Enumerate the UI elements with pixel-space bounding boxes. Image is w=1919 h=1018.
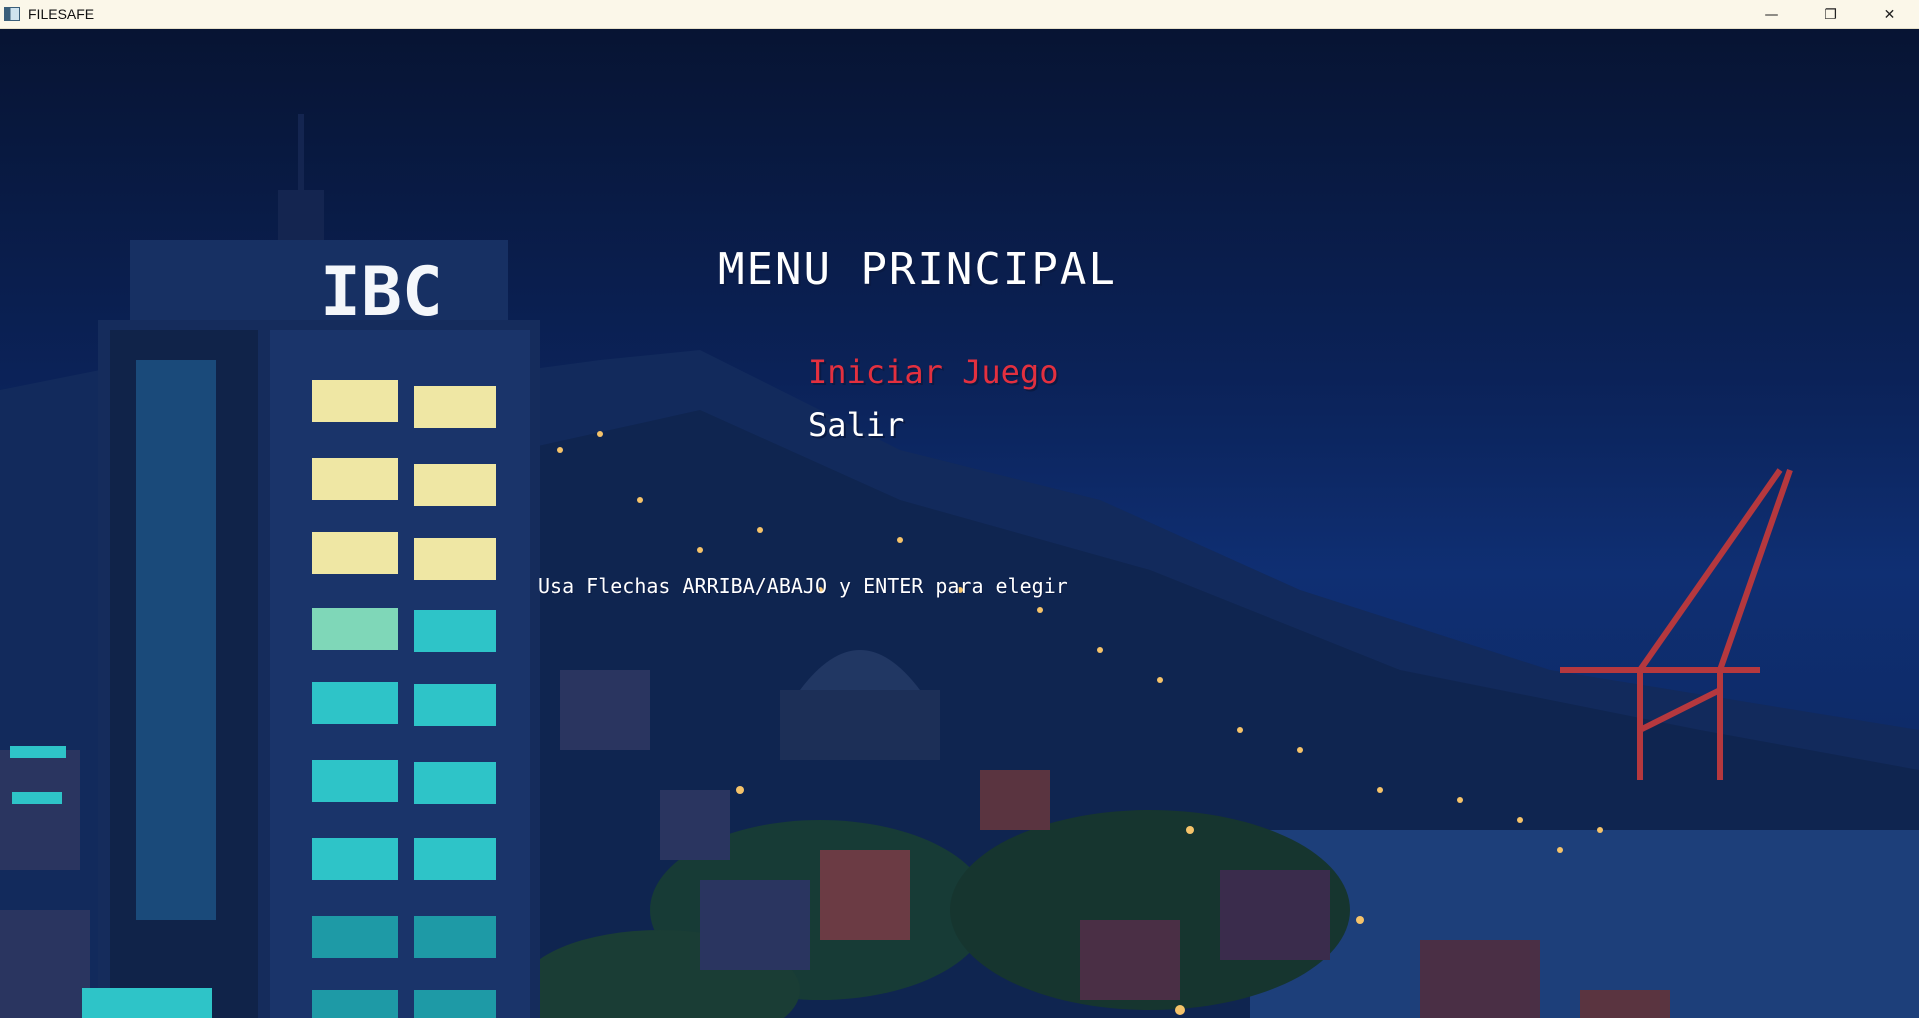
menu-item-exit[interactable]: Salir: [808, 406, 904, 444]
game-canvas[interactable]: IBC MENU PRINCIPAL Iniciar Juego Salir U…: [0, 30, 1919, 1018]
controls-hint: Usa Flechas ARRIBA/ABAJO y ENTER para el…: [538, 574, 1068, 598]
minimize-button[interactable]: —: [1742, 0, 1801, 29]
city-background: IBC: [0, 114, 1919, 1018]
menu-title: MENU PRINCIPAL: [718, 244, 1117, 295]
window-titlebar: FILESAFE — ❐ ✕: [0, 0, 1919, 29]
app-icon: [4, 7, 20, 21]
menu-item-start-game[interactable]: Iniciar Juego: [808, 353, 1058, 391]
building-sign: IBC: [320, 253, 443, 332]
window-title: FILESAFE: [28, 6, 95, 22]
harbor-water: [1250, 830, 1919, 1018]
tower-windows-dark: [136, 360, 216, 920]
window-controls: — ❐ ✕: [1742, 0, 1919, 29]
maximize-button[interactable]: ❐: [1801, 0, 1860, 29]
close-button[interactable]: ✕: [1860, 0, 1919, 29]
